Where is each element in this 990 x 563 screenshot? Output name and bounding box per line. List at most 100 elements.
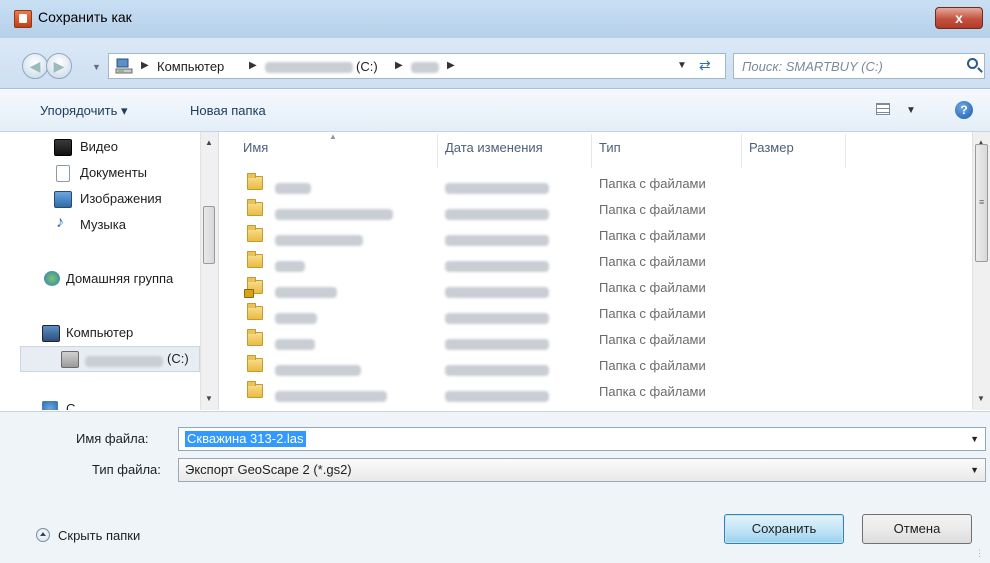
file-type: Папка с файлами	[599, 202, 706, 217]
drive-icon	[61, 351, 79, 368]
folder-icon	[247, 225, 263, 242]
pictures-icon	[54, 191, 72, 208]
crumb-drive-blurred[interactable]	[265, 59, 353, 74]
file-name-blurred	[275, 180, 311, 195]
file-type: Папка с файлами	[599, 280, 706, 295]
table-row[interactable]: Папка с файлами	[219, 250, 972, 276]
file-name-blurred	[275, 336, 315, 351]
file-list-scroll-thumb[interactable]: ≡	[975, 144, 988, 262]
nav-scrollbar[interactable]: ▲ ▼	[200, 132, 218, 410]
file-type: Папка с файлами	[599, 254, 706, 269]
search-icon[interactable]	[967, 58, 978, 69]
hide-folders-button[interactable]: Скрыть папки	[58, 528, 140, 543]
search-placeholder: Поиск: SMARTBUY (C:)	[742, 59, 883, 74]
table-row[interactable]: Папка с файлами	[219, 276, 972, 302]
chevron-down-icon[interactable]: ▼	[970, 434, 979, 444]
file-name-blurred	[275, 388, 387, 403]
column-divider[interactable]	[845, 134, 846, 168]
column-header-date[interactable]: Дата изменения	[445, 140, 543, 155]
scroll-down-icon[interactable]: ▼	[205, 394, 213, 403]
file-date-blurred	[445, 336, 549, 351]
view-dropdown-icon[interactable]: ▼	[906, 105, 916, 116]
sidebar-item-computer[interactable]: Компьютер	[0, 322, 200, 344]
app-icon	[14, 10, 32, 28]
file-name-blurred	[275, 206, 393, 221]
scroll-grip-icon: ≡	[979, 197, 985, 207]
address-dropdown-icon[interactable]: ▼	[677, 60, 687, 71]
scroll-down-icon[interactable]: ▼	[977, 394, 985, 403]
crumb-separator-icon[interactable]: ▶	[395, 60, 403, 71]
chevron-down-icon[interactable]: ▼	[970, 465, 979, 475]
network-icon	[42, 401, 58, 410]
column-header-type[interactable]: Тип	[599, 140, 621, 155]
file-date-blurred	[445, 310, 549, 325]
folder-icon	[247, 199, 263, 216]
sidebar-item-label: Изображения	[80, 191, 162, 206]
music-icon: ♪	[56, 214, 64, 231]
dialog-footer: Имя файла: Скважина 313-2.las ▼ Тип файл…	[0, 411, 990, 563]
window-title: Сохранить как	[38, 9, 132, 25]
close-button[interactable]: x	[935, 7, 983, 29]
filetype-select[interactable]: Экспорт GeoScape 2 (*.gs2) ▼	[178, 458, 986, 482]
sidebar-item-label: (C:)	[167, 351, 189, 366]
crumb-drive[interactable]: (C:)	[356, 59, 378, 74]
command-bar: Упорядочить ▾ Новая папка ▼ ?	[0, 89, 990, 132]
sidebar-item-homegroup[interactable]: Домашняя группа	[0, 268, 200, 290]
organize-button[interactable]: Упорядочить ▾	[40, 103, 128, 119]
table-row[interactable]: Папка с файлами	[219, 380, 972, 406]
computer-icon	[115, 58, 133, 74]
column-divider[interactable]	[741, 134, 742, 168]
folder-icon	[247, 251, 263, 268]
table-row[interactable]: Папка с файлами	[219, 224, 972, 250]
new-folder-button[interactable]: Новая папка	[190, 103, 266, 118]
scroll-up-icon[interactable]: ▲	[205, 138, 213, 147]
table-row[interactable]: Папка с файлами	[219, 198, 972, 224]
column-divider[interactable]	[437, 134, 438, 168]
table-row[interactable]: Папка с файлами	[219, 328, 972, 354]
documents-icon	[56, 165, 70, 182]
column-header-size[interactable]: Размер	[749, 140, 794, 155]
column-header-name[interactable]: Имя	[243, 140, 268, 155]
crumb-separator-icon[interactable]: ▶	[249, 60, 257, 71]
nav-scroll-thumb[interactable]	[203, 206, 215, 264]
sidebar-item-documents[interactable]: Документы	[0, 162, 200, 184]
file-type: Папка с файлами	[599, 228, 706, 243]
table-row[interactable]: Папка с файлами	[219, 354, 972, 380]
save-button[interactable]: Сохранить	[724, 514, 844, 544]
crumb-folder-blurred[interactable]	[411, 59, 439, 74]
sidebar-item-pictures[interactable]: Изображения	[0, 188, 200, 210]
folder-icon	[247, 173, 263, 190]
refresh-icon[interactable]: ⇄	[699, 57, 711, 74]
crumb-separator-icon[interactable]: ▶	[141, 60, 149, 71]
file-list-scrollbar[interactable]: ▲ ≡ ▼	[972, 132, 990, 410]
collapse-icon[interactable]	[36, 528, 50, 542]
sidebar-item-video[interactable]: Видео	[0, 136, 200, 158]
back-button[interactable]: ◀	[22, 53, 48, 79]
file-name-blurred	[275, 284, 337, 299]
resize-grip-icon[interactable]: ⋮	[975, 548, 984, 559]
file-name-blurred	[275, 362, 361, 377]
sidebar-item-network-partial[interactable]: С	[0, 398, 200, 410]
forward-button[interactable]: ▶	[46, 53, 72, 79]
view-options-icon[interactable]	[876, 103, 890, 115]
address-box[interactable]: ▶ Компьютер ▶ (C:) ▶ ▶ ▼ ⇄	[108, 53, 726, 79]
column-divider[interactable]	[591, 134, 592, 168]
help-icon[interactable]: ?	[955, 101, 973, 119]
sidebar-item-music[interactable]: ♪ Музыка	[0, 214, 200, 236]
table-row[interactable]: Папка с файлами	[219, 302, 972, 328]
crumb-computer[interactable]: Компьютер	[157, 59, 224, 74]
folder-icon	[247, 303, 263, 320]
table-row[interactable]: Папка с файлами	[219, 172, 972, 198]
crumb-separator-icon[interactable]: ▶	[447, 60, 455, 71]
sidebar-item-drive[interactable]: (C:)	[20, 346, 200, 372]
history-dropdown-icon[interactable]: ▼	[92, 62, 101, 72]
file-date-blurred	[445, 180, 549, 195]
search-input[interactable]: Поиск: SMARTBUY (C:)	[733, 53, 985, 79]
computer-icon	[42, 325, 60, 342]
homegroup-icon	[44, 271, 60, 286]
filename-input[interactable]: Скважина 313-2.las ▼	[178, 427, 986, 451]
folder-icon	[247, 381, 263, 398]
file-date-blurred	[445, 362, 549, 377]
sidebar-item-label: С	[66, 401, 76, 410]
cancel-button[interactable]: Отмена	[862, 514, 972, 544]
